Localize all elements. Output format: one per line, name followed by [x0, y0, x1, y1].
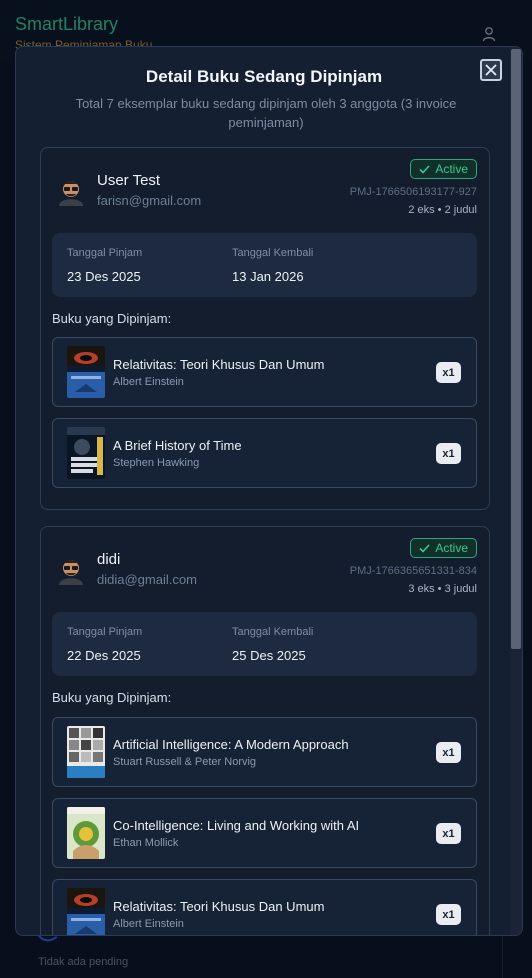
book-author: Albert Einstein: [113, 918, 184, 930]
borrow-date-label: Tanggal Pinjam: [67, 247, 143, 259]
loan-dates: Tanggal Pinjam 23 Des 2025 Tanggal Kemba…: [52, 233, 477, 297]
member-email: didia@gmail.com: [97, 572, 197, 587]
book-cover-image: [67, 807, 105, 859]
status-text: Active: [435, 162, 468, 176]
close-button[interactable]: [480, 59, 502, 81]
member-name: User Test: [97, 172, 161, 189]
borrowed-books-modal: Detail Buku Sedang Dipinjam Total 7 ekse…: [15, 46, 523, 936]
loan-card: User Test farisn@gmail.com Active PMJ-17…: [40, 147, 490, 510]
book-cover-image: [67, 888, 105, 935]
borrow-date-value: 22 Des 2025: [67, 648, 141, 663]
loan-counts: 2 eks • 2 judul: [408, 204, 477, 216]
book-cover-image: [67, 346, 105, 398]
loan-counts: 3 eks • 3 judul: [408, 583, 477, 595]
book-cover-image: [67, 726, 105, 778]
modal-scrollbar[interactable]: [510, 47, 522, 935]
status-badge: Active: [410, 159, 477, 179]
loan-dates: Tanggal Pinjam 22 Des 2025 Tanggal Kemba…: [52, 612, 477, 676]
quantity-badge: x1: [436, 443, 461, 464]
book-title: Artificial Intelligence: A Modern Approa…: [113, 737, 349, 752]
book-item[interactable]: Artificial Intelligence: A Modern Approa…: [52, 717, 477, 787]
book-title: Relativitas: Teori Khusus Dan Umum: [113, 357, 325, 372]
invoice-id: PMJ-1766365651331-834: [349, 565, 477, 577]
status-badge: Active: [410, 538, 477, 558]
book-item[interactable]: Co-Intelligence: Living and Working with…: [52, 798, 477, 868]
member-name: didi: [97, 551, 121, 568]
quantity-badge: x1: [436, 823, 461, 844]
check-icon: [419, 164, 430, 174]
modal-description: Total 7 eksemplar buku sedang dipinjam o…: [75, 96, 457, 130]
status-text: Active: [435, 541, 468, 555]
avatar-icon: [59, 181, 83, 206]
book-author: Stuart Russell & Peter Norvig: [113, 756, 257, 768]
borrow-date-value: 23 Des 2025: [67, 269, 141, 284]
member-email: farisn@gmail.com: [97, 193, 202, 208]
return-date-value: 25 Des 2025: [232, 648, 306, 663]
book-author: Ethan Mollick: [113, 837, 179, 849]
loan-card: didi didia@gmail.com Active PMJ-17663656…: [40, 526, 490, 935]
borrowed-books-label: Buku yang Dipinjam:: [52, 690, 172, 705]
close-icon: [485, 64, 497, 76]
borrowed-books-label: Buku yang Dipinjam:: [52, 311, 172, 326]
book-title: Relativitas: Teori Khusus Dan Umum: [113, 899, 325, 914]
check-icon: [419, 543, 430, 553]
modal-title: Detail Buku Sedang Dipinjam: [145, 67, 383, 86]
borrow-date-label: Tanggal Pinjam: [67, 626, 143, 638]
book-author: Albert Einstein: [113, 376, 184, 388]
quantity-badge: x1: [436, 742, 461, 763]
book-item[interactable]: A Brief History of Time Stephen Hawking …: [52, 418, 477, 488]
book-cover-image: [67, 427, 105, 479]
quantity-badge: x1: [436, 904, 461, 925]
quantity-badge: x1: [436, 362, 461, 383]
return-date-value: 13 Jan 2026: [232, 269, 304, 284]
book-item[interactable]: Relativitas: Teori Khusus Dan Umum Alber…: [52, 879, 477, 935]
book-title: Co-Intelligence: Living and Working with…: [113, 818, 360, 833]
book-title: A Brief History of Time: [113, 438, 242, 453]
avatar-icon: [59, 560, 83, 585]
return-date-label: Tanggal Kembali: [232, 626, 314, 638]
book-item[interactable]: Relativitas: Teori Khusus Dan Umum Alber…: [52, 337, 477, 407]
return-date-label: Tanggal Kembali: [232, 247, 314, 259]
book-author: Stephen Hawking: [113, 457, 200, 469]
modal-content: Detail Buku Sedang Dipinjam Total 7 ekse…: [16, 47, 510, 935]
scrollbar-thumb[interactable]: [511, 49, 521, 649]
invoice-id: PMJ-1766506193177-927: [349, 186, 477, 198]
